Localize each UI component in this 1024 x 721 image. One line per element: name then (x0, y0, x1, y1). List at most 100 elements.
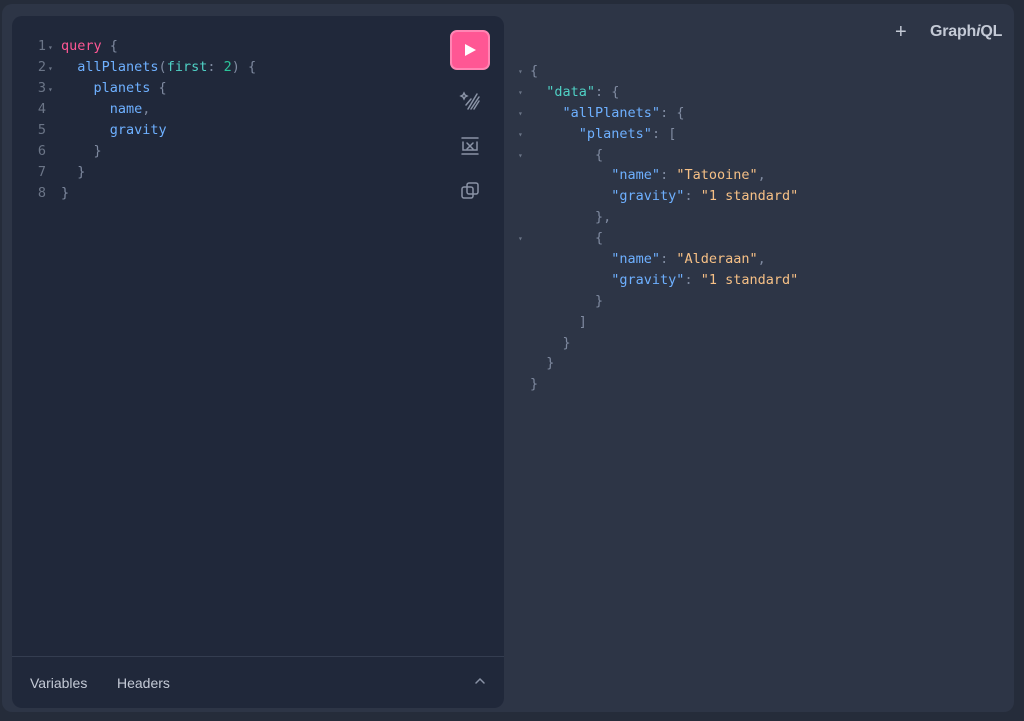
line-number: 4 (37, 101, 46, 117)
code-text: planets { (61, 78, 167, 99)
result-token: "planets" (578, 125, 652, 142)
code-token: ( (158, 59, 167, 75)
code-token: { (101, 38, 118, 54)
code-text: name, (61, 99, 151, 120)
result-text: } (530, 333, 571, 354)
result-text: } (530, 291, 603, 312)
code-token: : (207, 59, 224, 75)
graphiql-app: 1 ▾ query {2 ▾ allPlanets(first: 2) {3 ▾ pla… (2, 4, 1014, 712)
result-line: } (514, 333, 994, 354)
merge-fragments-button[interactable] (458, 134, 482, 158)
result-token: : (660, 251, 677, 268)
result-token: "1 standard" (700, 271, 799, 288)
editor-line: 8} (12, 183, 442, 204)
result-token: { (530, 63, 539, 79)
editor-line: 5 gravity (12, 120, 442, 141)
merge-fragments-icon (461, 137, 479, 155)
line-number: 1 (37, 38, 46, 54)
query-editor-panel: 1 ▾ query {2 ▾ allPlanets(first: 2) {3 ▾ pla… (12, 16, 504, 708)
play-icon (465, 44, 476, 56)
code-token: 2 (223, 59, 232, 75)
result-text: }, (530, 207, 611, 228)
result-token: "Alderaan" (676, 251, 758, 268)
result-text: ] (530, 312, 587, 333)
result-token: "allPlanets" (562, 104, 661, 121)
code-text: gravity (61, 120, 167, 141)
line-number: 3 (37, 80, 46, 96)
result-text: "gravity": "1 standard" (530, 186, 798, 207)
fold-arrow-icon[interactable]: ▾ (518, 83, 523, 104)
result-text: { (530, 61, 538, 82)
copy-icon (461, 182, 479, 199)
result-line: ▾ { (514, 145, 994, 166)
code-token: gravity (109, 122, 167, 138)
fold-arrow-icon[interactable]: ▾ (48, 58, 53, 79)
code-token: } (93, 143, 102, 159)
line-number: 8 (37, 185, 46, 201)
prettify-query-button[interactable] (458, 89, 482, 113)
result-line: "name": "Tatooine", (514, 165, 994, 186)
result-token: "gravity" (611, 188, 685, 205)
copy-query-button[interactable] (458, 179, 482, 203)
fold-arrow-icon[interactable]: ▾ (48, 79, 53, 100)
execute-query-button[interactable] (450, 30, 490, 70)
tab-headers[interactable]: Headers (117, 675, 170, 691)
code-token: } (77, 164, 86, 180)
fold-arrow-icon[interactable]: ▾ (518, 125, 523, 146)
result-token: }, (595, 209, 612, 226)
editor-line: 1 ▾ query { (12, 36, 442, 57)
editor-line: 2 ▾ allPlanets(first: 2) { (12, 57, 442, 78)
result-text: } (530, 353, 554, 374)
result-line: } (514, 353, 994, 374)
fold-arrow-icon[interactable]: ▾ (518, 104, 523, 125)
result-viewer: ▾{▾ "data": {▾ "allPlanets": {▾ "planets… (514, 61, 994, 395)
result-text: } (530, 374, 538, 395)
add-tab-button[interactable]: + (895, 22, 907, 42)
fold-arrow-icon[interactable]: ▾ (48, 37, 53, 58)
query-editor[interactable]: 1 ▾ query {2 ▾ allPlanets(first: 2) {3 ▾ pla… (12, 36, 442, 204)
code-token: { (150, 80, 167, 96)
result-token: } (546, 355, 555, 372)
result-token: } (562, 334, 571, 351)
fold-arrow-icon[interactable]: ▾ (518, 146, 523, 167)
result-line: }, (514, 207, 994, 228)
fold-arrow-icon[interactable]: ▾ (518, 62, 523, 83)
result-token: : { (595, 83, 620, 100)
result-token: : (684, 271, 701, 288)
result-token: "Tatooine" (676, 167, 758, 184)
tab-variables[interactable]: Variables (30, 675, 87, 691)
result-text: "gravity": "1 standard" (530, 270, 798, 291)
result-token: { (595, 146, 604, 163)
result-token: : (660, 167, 677, 184)
result-line: } (514, 291, 994, 312)
editor-line: 3 ▾ planets { (12, 78, 442, 99)
result-token: } (595, 292, 604, 309)
result-token: "name" (611, 251, 661, 268)
chevron-up-icon[interactable] (472, 673, 488, 689)
code-token: query (61, 38, 102, 54)
result-text: "name": "Alderaan", (530, 249, 766, 270)
result-token: , (757, 167, 766, 184)
result-token: "gravity" (611, 271, 685, 288)
code-text: allPlanets(first: 2) { (61, 57, 256, 78)
code-token: planets (93, 80, 151, 96)
result-line: } (514, 374, 994, 395)
result-token: : (684, 188, 701, 205)
result-line: ▾ "data": { (514, 82, 994, 103)
result-line: ▾ "allPlanets": { (514, 103, 994, 124)
code-text: query { (61, 36, 118, 57)
result-text: "planets": [ (530, 124, 677, 145)
result-text: "name": "Tatooine", (530, 165, 766, 186)
result-token: "data" (546, 83, 596, 100)
code-token: first (166, 59, 208, 75)
graphiql-logo: GraphiQL (930, 23, 1003, 40)
result-line: ▾ { (514, 228, 994, 249)
result-token: , (757, 251, 766, 268)
result-text: "data": { (530, 82, 619, 103)
fold-arrow-icon[interactable]: ▾ (518, 229, 523, 250)
result-line: "name": "Alderaan", (514, 249, 994, 270)
result-token: } (530, 376, 539, 393)
editor-line: 6 } (12, 141, 442, 162)
result-token: { (595, 230, 604, 247)
result-line: ▾ "planets": [ (514, 124, 994, 145)
